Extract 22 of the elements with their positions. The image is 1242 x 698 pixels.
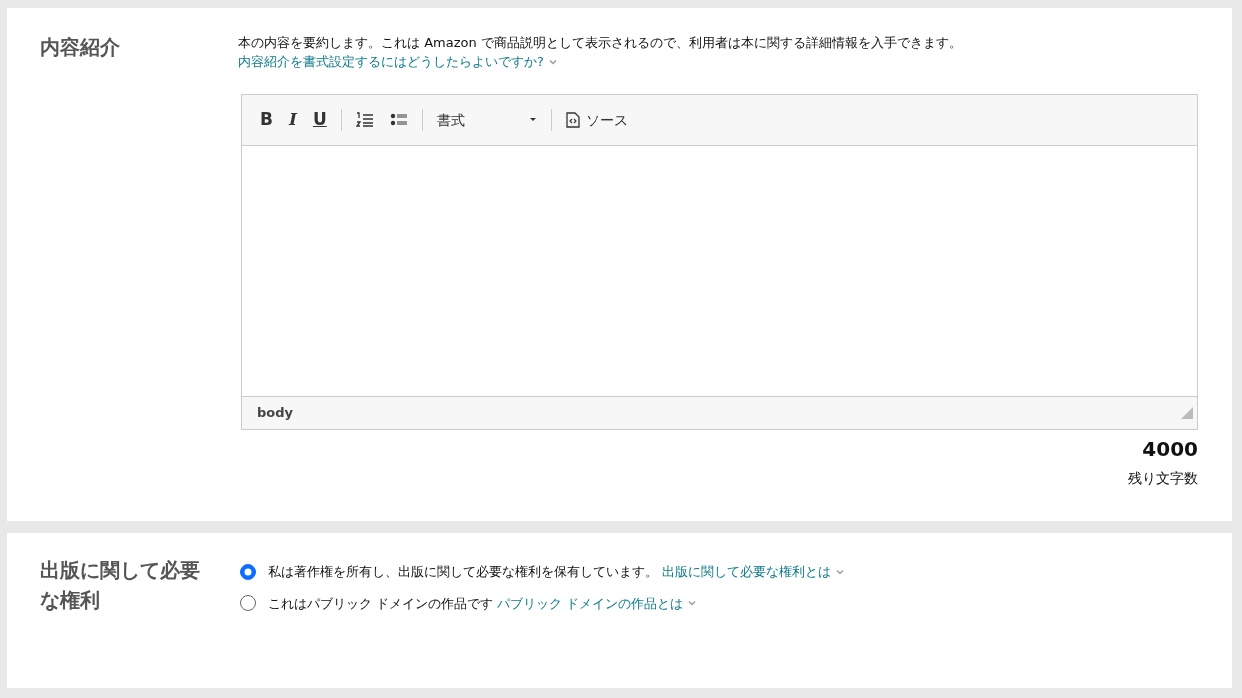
character-count-label: 残り文字数 [1127,468,1198,488]
option-label: これはパブリック ドメインの作品です [268,594,494,613]
format-dropdown[interactable]: 書式 [430,108,543,131]
help-link[interactable]: 出版に関して必要な権利とは [662,562,831,582]
bold-button[interactable]: B [254,107,279,133]
help-text: 本の内容を要約します。これは Amazon で商品説明として表示されるので、利用者は本に関する詳細情報を入手できます。 内容紹介を書式設定するにはどうしたらよいですか? [238,34,963,71]
help-link[interactable]: パブリック ドメインの作品とは [497,593,684,613]
resize-grip-icon[interactable] [1181,406,1193,419]
numbered-list-icon [355,112,374,129]
help-link[interactable]: 内容紹介を書式設定するにはどうしたらよいですか? [238,53,544,69]
section-heading: 内容紹介 [40,34,121,61]
radio-button[interactable] [240,595,256,612]
element-path: body [257,403,294,422]
source-button[interactable]: ソース [559,107,634,132]
option-label: 私は著作権を所有し、出版に関して必要な権利を保有しています。 [268,563,658,581]
section-heading: 出版に関して必要な権利 [40,557,201,614]
caret-icon [528,117,537,123]
character-count: 4000 [1141,435,1198,463]
underline-button[interactable]: U [306,107,333,133]
source-code-icon [565,111,580,128]
radio-button[interactable] [240,563,256,580]
italic-button[interactable]: I [282,107,303,133]
